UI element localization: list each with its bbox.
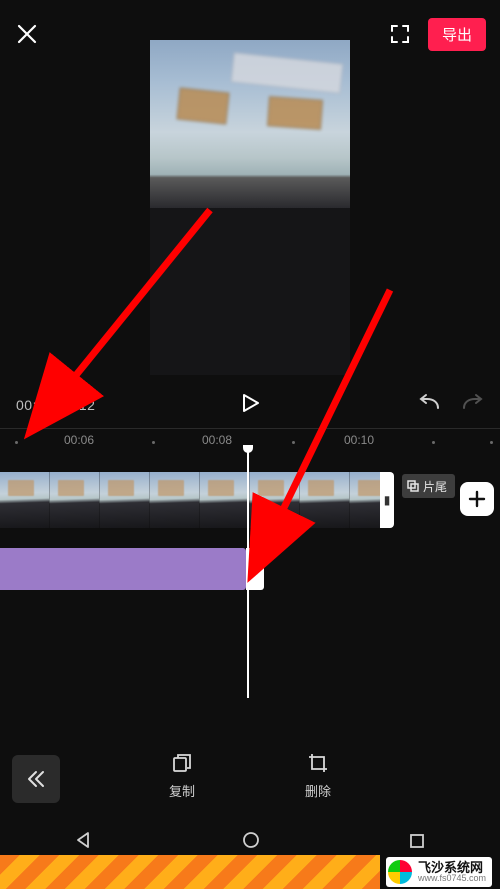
timeline[interactable]: ▮ 片尾 ▮ xyxy=(0,458,500,708)
nav-recent-button[interactable] xyxy=(408,832,426,855)
close-button[interactable] xyxy=(14,21,40,47)
delete-button[interactable]: 删除 xyxy=(305,751,331,813)
undo-button[interactable] xyxy=(416,392,442,419)
video-preview[interactable] xyxy=(150,40,350,375)
ruler-mark: 00:06 xyxy=(64,433,94,447)
watermark: 飞沙系统网 www.fs0745.com xyxy=(386,857,492,887)
decorative-stripe xyxy=(0,855,380,889)
time-readout: 00:08/00:12 xyxy=(16,397,95,413)
ruler-mark: 00:08 xyxy=(202,433,232,447)
crop-delete-icon xyxy=(306,751,330,775)
nav-home-button[interactable] xyxy=(241,830,261,855)
ending-clip-button[interactable]: 片尾 xyxy=(402,474,455,498)
copy-label: 复制 xyxy=(169,781,195,800)
playhead[interactable] xyxy=(247,448,249,698)
redo-button[interactable] xyxy=(460,392,486,419)
delete-label: 删除 xyxy=(305,781,331,800)
export-button[interactable]: 导出 xyxy=(428,18,486,51)
fullscreen-button[interactable] xyxy=(388,22,412,46)
copy-button[interactable]: 复制 xyxy=(169,751,195,813)
nav-back-button[interactable] xyxy=(74,830,94,855)
watermark-url: www.fs0745.com xyxy=(418,874,486,883)
video-clip-end-handle[interactable]: ▮ xyxy=(380,472,394,528)
watermark-logo-icon xyxy=(388,860,412,884)
video-clip[interactable] xyxy=(0,472,380,528)
export-label: 导出 xyxy=(442,27,472,44)
add-clip-button[interactable] xyxy=(460,482,494,516)
ending-clip-label: 片尾 xyxy=(423,478,447,495)
copy-icon xyxy=(170,751,194,775)
audio-clip[interactable] xyxy=(0,548,246,590)
play-button[interactable] xyxy=(239,392,261,419)
ruler-mark: 00:10 xyxy=(344,433,374,447)
